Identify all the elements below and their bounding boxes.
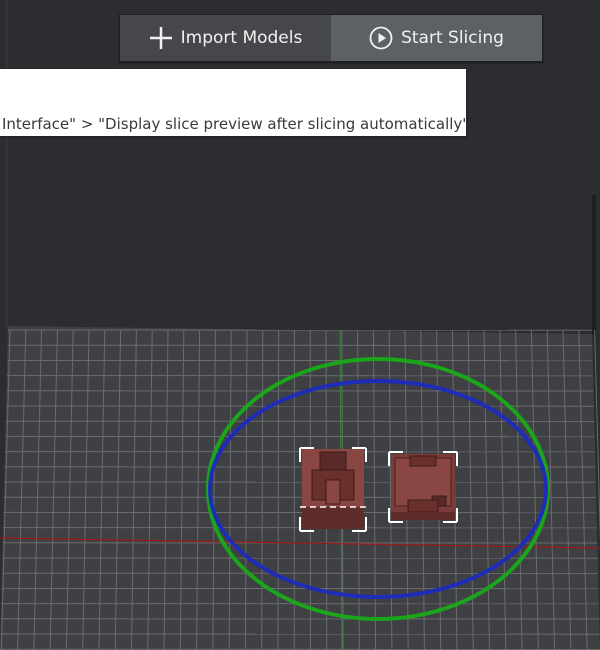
model-1-detail: [319, 451, 347, 471]
top-toolbar: Import Models Start Slicing: [119, 14, 543, 62]
model-2-detail: [409, 455, 437, 467]
notification-popup: Interface" > "Display slice preview afte…: [0, 69, 466, 136]
grid-line: [277, 329, 280, 650]
import-models-button[interactable]: Import Models: [120, 15, 331, 61]
plus-icon: [149, 26, 173, 50]
start-slicing-label: Start Slicing: [401, 28, 504, 48]
model-2[interactable]: [388, 451, 458, 523]
model-1-front: [302, 507, 364, 529]
import-models-label: Import Models: [180, 28, 303, 48]
model-2-front: [391, 512, 455, 520]
model-1-detail-3: [325, 479, 341, 505]
play-circle-icon: [369, 26, 393, 50]
start-slicing-button[interactable]: Start Slicing: [331, 15, 542, 61]
3d-viewport[interactable]: Import Models Start Slicing Interface" >…: [0, 0, 600, 650]
model-2-detail-3: [407, 499, 439, 513]
notification-text: Interface" > "Display slice preview afte…: [2, 115, 466, 133]
model-1[interactable]: [299, 447, 367, 532]
